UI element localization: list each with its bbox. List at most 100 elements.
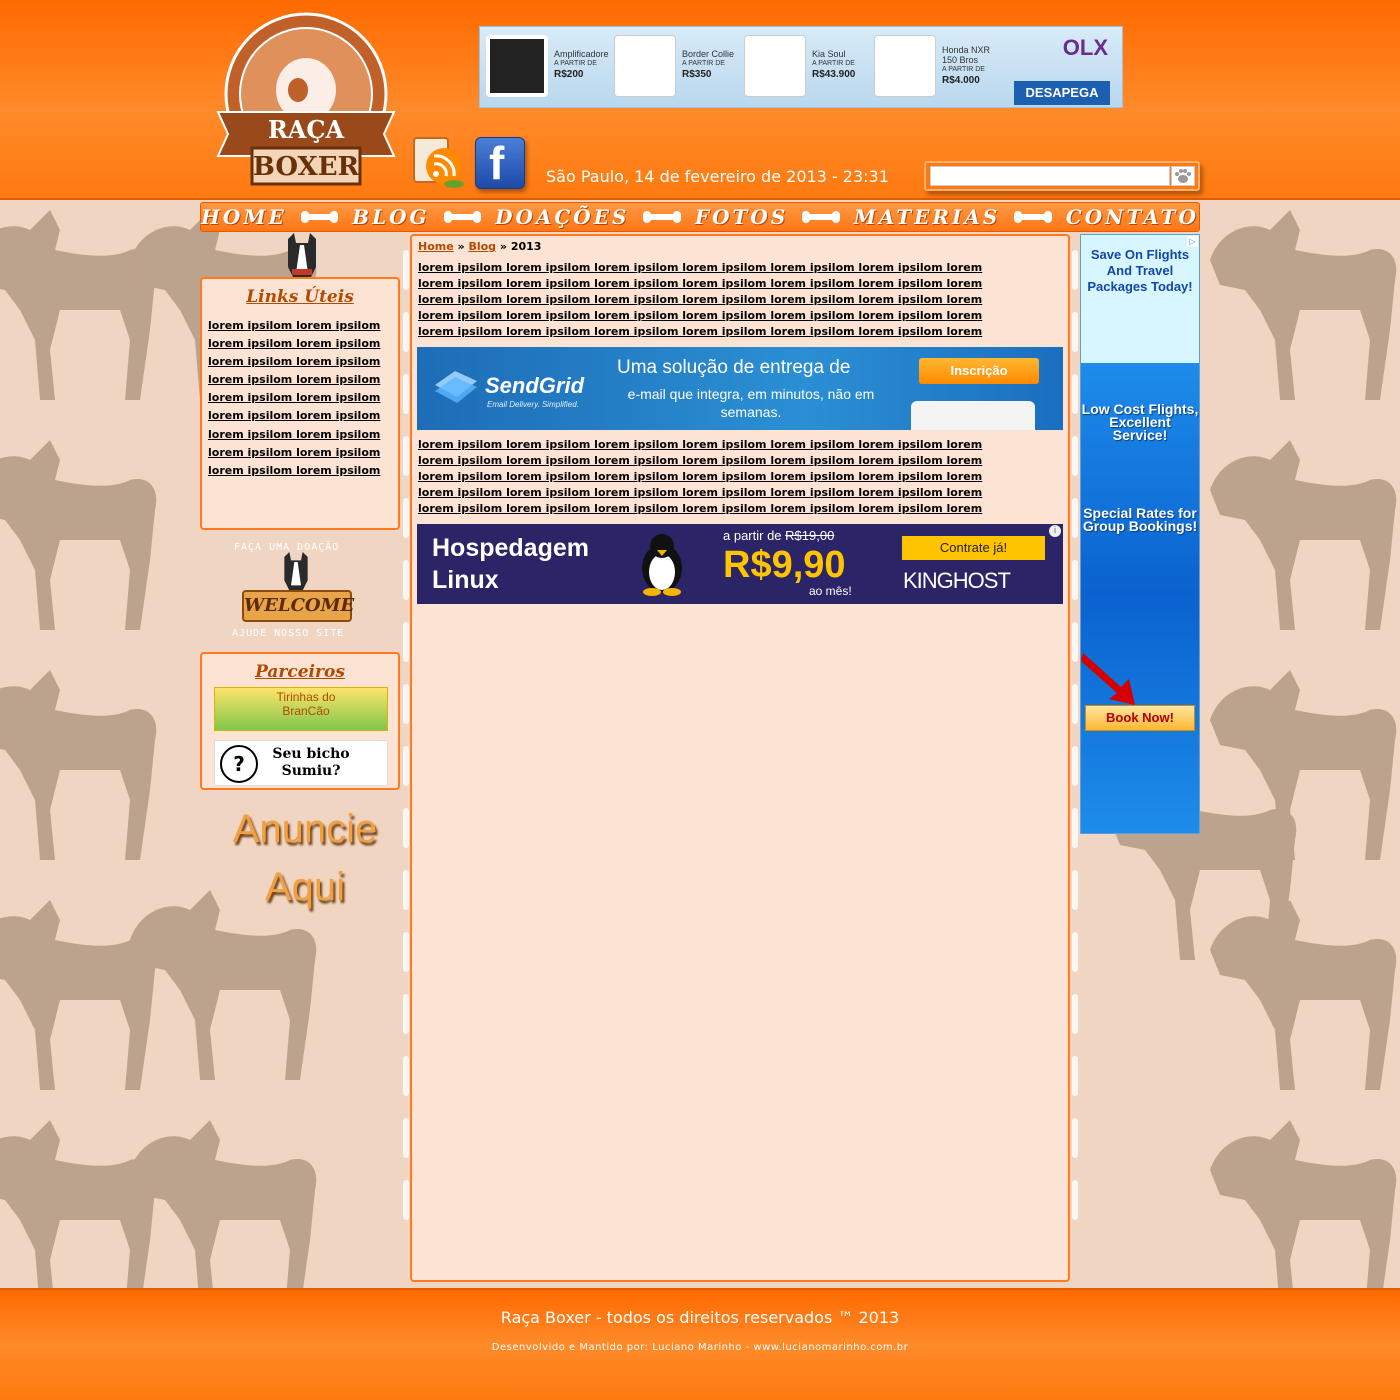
facebook-icon[interactable]: f	[475, 137, 525, 189]
olx-item-text: Honda NXR 150 Bros A PARTIR DE R$4.000	[942, 45, 991, 86]
paw-icon	[1175, 169, 1191, 183]
content-link[interactable]: lorem ipsilom lorem ipsilom lorem ipsilo…	[418, 437, 1018, 453]
breadcrumb: Home » Blog » 2013	[418, 240, 541, 253]
content-link[interactable]: lorem ipsilom lorem ipsilom lorem ipsilo…	[418, 260, 1018, 276]
kinghost-per-month: ao mês!	[809, 584, 852, 598]
car-thumbnail	[744, 35, 806, 97]
book-now-button[interactable]: Book Now!	[1085, 705, 1195, 731]
useful-link[interactable]: lorem ipsilom lorem ipsilom	[208, 426, 398, 444]
welcome-sign: WELCOME	[242, 590, 354, 622]
breadcrumb-current: 2013	[510, 240, 542, 253]
main-nav: HOME BLOG DOAÇÕES FOTOS MATERIAS CONTATO	[200, 202, 1200, 232]
olx-item-text: Border Collie A PARTIR DE R$350	[682, 49, 735, 80]
useful-link[interactable]: lorem ipsilom lorem ipsilom	[208, 335, 398, 353]
useful-link[interactable]: lorem ipsilom lorem ipsilom	[208, 444, 398, 462]
useful-link[interactable]: lorem ipsilom lorem ipsilom	[208, 371, 398, 389]
kinghost-brand: KINGHOST	[903, 568, 1011, 593]
content-link[interactable]: lorem ipsilom lorem ipsilom lorem ipsilo…	[418, 485, 1018, 501]
kinghost-banner-ad[interactable]: Hospedagem Linux a partir de R$19,00 R$9…	[417, 524, 1063, 604]
breadcrumb-separator: »	[496, 240, 511, 253]
sendgrid-subtext: e-mail que integra, em minutos, não em s…	[627, 386, 875, 420]
bone-separator-icon	[643, 211, 682, 223]
useful-link[interactable]: lorem ipsilom lorem ipsilom	[208, 462, 398, 480]
nav-contato[interactable]: CONTATO	[1066, 205, 1199, 229]
ad-info-icon[interactable]: i	[1049, 525, 1061, 537]
main-content: Home » Blog » 2013 lorem ipsilom lorem i…	[410, 234, 1070, 1282]
bone-separator-icon	[802, 211, 841, 223]
olx-item-text: Kia Soul A PARTIR DE R$43.900	[812, 49, 856, 80]
search-paw-button[interactable]	[1171, 166, 1195, 186]
partner-tirinhas-banner[interactable]: Tirinhas do BranCão	[214, 687, 388, 731]
content-link[interactable]: lorem ipsilom lorem ipsilom lorem ipsilo…	[418, 276, 1018, 292]
useful-link[interactable]: lorem ipsilom lorem ipsilom	[208, 317, 398, 335]
kinghost-hire-button[interactable]: Contrate já!	[902, 536, 1045, 560]
content-link[interactable]: lorem ipsilom lorem ipsilom lorem ipsilo…	[418, 469, 1018, 485]
bone-separator-icon	[1014, 211, 1053, 223]
breadcrumb-separator: »	[453, 240, 469, 253]
motorcycle-thumbnail	[874, 35, 936, 97]
svg-text:?: ?	[233, 752, 245, 776]
raca-boxer-logo[interactable]: RAÇA BOXER	[208, 12, 404, 188]
olx-brand: OLX DESAPEGA	[1014, 33, 1114, 105]
flights-skyscraper-ad[interactable]: ▷ Save On Flights And Travel Packages To…	[1080, 234, 1200, 834]
content-link[interactable]: lorem ipsilom lorem ipsilom lorem ipsilo…	[418, 324, 1018, 340]
useful-links-title: Links Úteis	[246, 287, 354, 307]
nav-fotos[interactable]: FOTOS	[695, 205, 788, 229]
nav-materias[interactable]: MATERIAS	[854, 205, 1001, 229]
search-input[interactable]	[930, 166, 1170, 186]
sendgrid-headline: Uma solução de entrega de	[617, 357, 851, 378]
donate-banner[interactable]: FAÇA UMA DOAÇÃO WELCOME AJUDE NOSSO SITE	[228, 530, 372, 652]
advertise-line2: Aqui	[264, 865, 346, 909]
footer-credits[interactable]: Desenvolvido e Mantido por: Luciano Mari…	[0, 1342, 1400, 1353]
bone-decoration-right	[1070, 250, 1080, 1242]
olx-top-banner-ad[interactable]: Amplificadore A PARTIR DE R$200 Border Col…	[479, 26, 1123, 108]
advertise-here-banner[interactable]: Anuncie Aqui	[200, 800, 410, 916]
logo-text-boxer: BOXER	[253, 152, 360, 182]
nav-doacoes[interactable]: DOAÇÕES	[495, 205, 629, 229]
useful-link[interactable]: lorem ipsilom lorem ipsilom	[208, 407, 398, 425]
logo-text-raca: RAÇA	[268, 115, 345, 144]
sendgrid-banner-ad[interactable]: SendGrid Email Delivery. Simplified. Uma…	[417, 347, 1063, 430]
flight-ad-headline: Save On Flights And Travel Packages Toda…	[1087, 247, 1193, 294]
dog-thumbnail	[614, 35, 676, 97]
content-link[interactable]: lorem ipsilom lorem ipsilom lorem ipsilo…	[418, 292, 1018, 308]
sendgrid-logo-text: SendGrid	[485, 373, 585, 398]
content-paragraph: lorem ipsilom lorem ipsilom lorem ipsilo…	[418, 260, 1018, 340]
useful-link[interactable]: lorem ipsilom lorem ipsilom	[208, 389, 398, 407]
breadcrumb-home[interactable]: Home	[418, 240, 454, 253]
nav-blog[interactable]: BLOG	[352, 205, 429, 229]
olx-logo-text: OLX	[1062, 35, 1108, 60]
site-footer: Raça Boxer - todos os direitos reservado…	[0, 1288, 1400, 1400]
breadcrumb-blog[interactable]: Blog	[468, 240, 496, 253]
useful-links-panel: Links Úteis lorem ipsilom lorem ipsilom …	[200, 277, 400, 530]
footer-copyright: Raça Boxer - todos os direitos reservado…	[500, 1308, 900, 1327]
olx-item-text: Amplificadore A PARTIR DE R$200	[554, 49, 609, 80]
partner-tirinhas-label: Tirinhas do BranCão	[276, 690, 336, 718]
tux-penguin-icon	[642, 534, 682, 596]
kinghost-from: a partir de R$19,00	[723, 528, 835, 543]
rss-icon[interactable]	[410, 132, 466, 190]
advertise-line1: Anuncie	[232, 807, 378, 851]
boxer-head-icon	[284, 552, 308, 591]
partner-seu-bicho-banner[interactable]: ? Seu bicho Sumiu?	[214, 740, 388, 786]
content-paragraph: lorem ipsilom lorem ipsilom lorem ipsilo…	[418, 437, 1018, 517]
content-link[interactable]: lorem ipsilom lorem ipsilom lorem ipsilo…	[418, 501, 1018, 517]
partner-seu-bicho-label: Seu bicho Sumiu?	[272, 746, 350, 779]
envelope-icon	[911, 401, 1035, 430]
olx-slogan: DESAPEGA	[1014, 81, 1110, 105]
content-link[interactable]: lorem ipsilom lorem ipsilom lorem ipsilo…	[418, 308, 1018, 324]
nav-home[interactable]: HOME	[201, 205, 287, 229]
partners-panel: Parceiros Tirinhas do BranCão ? Seu bich…	[200, 652, 400, 790]
lost-pet-icon: ?	[220, 745, 258, 783]
sendgrid-signup-button[interactable]: Inscrição	[919, 358, 1039, 384]
bone-separator-icon	[443, 211, 482, 223]
kinghost-title: Hospedagem Linux	[432, 534, 589, 594]
kinghost-price: R$9,90	[723, 544, 846, 586]
site-header: RAÇA BOXER Amplificadore A PARTIR DE R$200…	[0, 0, 1400, 200]
partners-title: Parceiros	[255, 662, 345, 682]
content-link[interactable]: lorem ipsilom lorem ipsilom lorem ipsilo…	[418, 453, 1018, 469]
red-arrow-icon	[1081, 653, 1135, 705]
ad-choices-icon[interactable]: ▷	[1187, 236, 1198, 247]
flight-ad-low-cost: Low Cost Flights, Excellent Service!	[1081, 401, 1199, 443]
useful-link[interactable]: lorem ipsilom lorem ipsilom	[208, 353, 398, 371]
